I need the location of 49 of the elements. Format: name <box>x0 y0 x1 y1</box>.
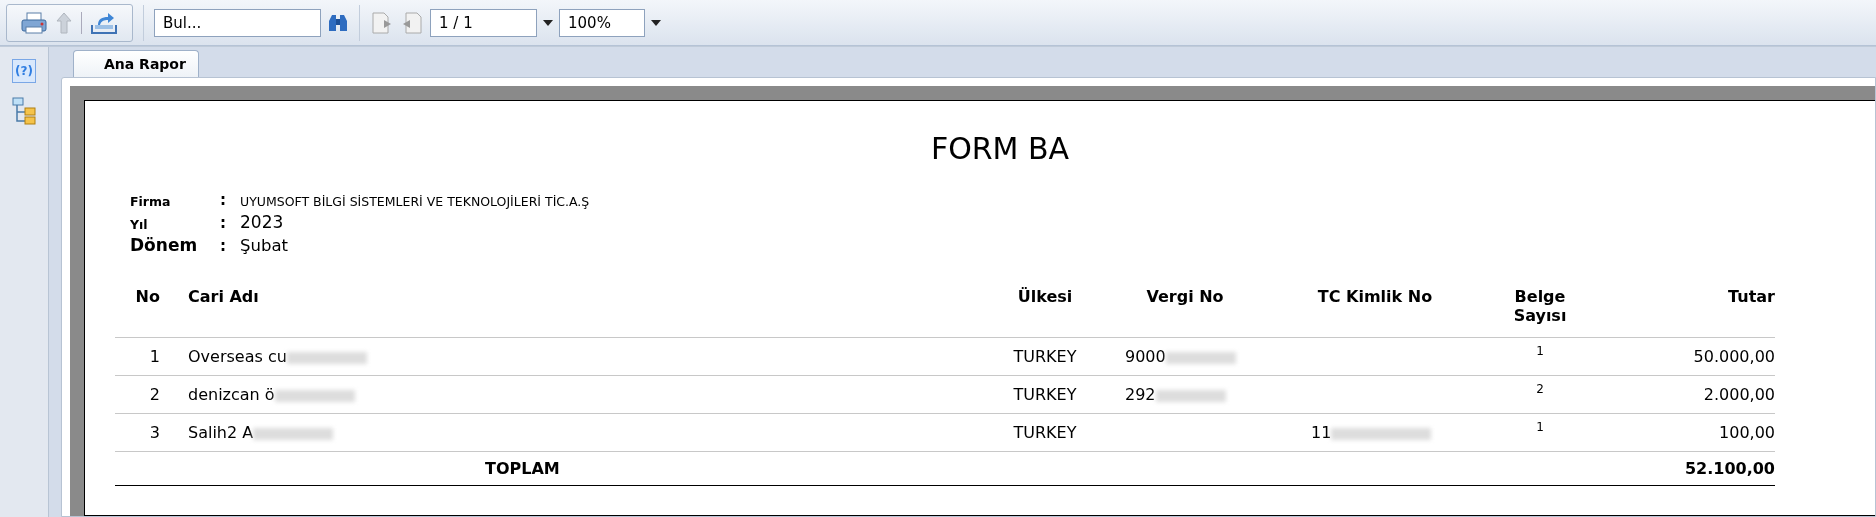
column-header: Cari Adı <box>160 279 985 338</box>
field-label: Firma <box>130 194 172 209</box>
export-icon[interactable] <box>90 10 118 35</box>
table-cell: 3 <box>115 413 160 452</box>
table-cell: 2 <box>1485 375 1595 414</box>
page-field[interactable]: 1 / 1 <box>430 8 537 37</box>
colon: : <box>220 214 227 232</box>
column-header: Ülkesi <box>985 279 1105 338</box>
column-header: No <box>115 279 160 338</box>
colon: : <box>220 237 227 255</box>
total-amount: 52.100,00 <box>1684 459 1775 478</box>
column-header: Tutar <box>1595 279 1775 338</box>
column-header: Belge Sayısı <box>1512 287 1568 325</box>
colon: : <box>220 191 227 209</box>
blurred-text <box>1165 351 1236 364</box>
table-cell: Salih2 A <box>188 423 254 442</box>
search-field[interactable]: Bul... <box>154 8 321 37</box>
total-label: TOPLAM <box>485 459 560 478</box>
tree-icon[interactable] <box>12 97 36 125</box>
field-label: Dönem <box>130 235 199 255</box>
table-cell: 1 <box>1485 413 1595 452</box>
printer-icon[interactable] <box>21 10 47 35</box>
field-value: Şubat <box>240 236 289 255</box>
field-value: UYUMSOFT BİLGİ SİSTEMLERİ VE TEKNOLOJİLERİ TİC.A.Ş <box>240 194 590 209</box>
zoom-field[interactable]: 100% <box>559 8 645 37</box>
table-cell: TURKEY <box>985 337 1105 376</box>
column-header: TC Kimlik No <box>1265 279 1485 338</box>
binoculars-icon[interactable] <box>327 12 349 33</box>
table-cell: denizcan ö <box>188 385 275 404</box>
table-cell: 292 <box>1125 385 1156 404</box>
table-cell: TURKEY <box>985 375 1105 414</box>
caret-icon[interactable] <box>543 19 553 26</box>
table-cell: TURKEY <box>985 413 1105 452</box>
table-cell: 9000 <box>1125 347 1166 366</box>
column-header: Vergi No <box>1105 279 1265 338</box>
table-cell: 2 <box>115 375 160 414</box>
table-cell: Overseas cu <box>188 347 287 366</box>
blurred-text <box>1155 389 1226 402</box>
table-cell: 50.000,00 <box>1595 337 1775 376</box>
table-cell: 1 <box>1485 337 1595 376</box>
field-label: Yıl <box>130 217 149 232</box>
field-value: 2023 <box>240 212 285 232</box>
table-cell: 2.000,00 <box>1595 375 1775 414</box>
report-tab[interactable]: Ana Rapor <box>73 50 199 77</box>
caret-icon[interactable] <box>651 19 661 26</box>
table-cell: 11 <box>1311 423 1332 442</box>
report-title: FORM BA <box>929 130 1071 168</box>
table-cell: 100,00 <box>1595 413 1775 452</box>
table-cell: 1 <box>115 337 160 376</box>
